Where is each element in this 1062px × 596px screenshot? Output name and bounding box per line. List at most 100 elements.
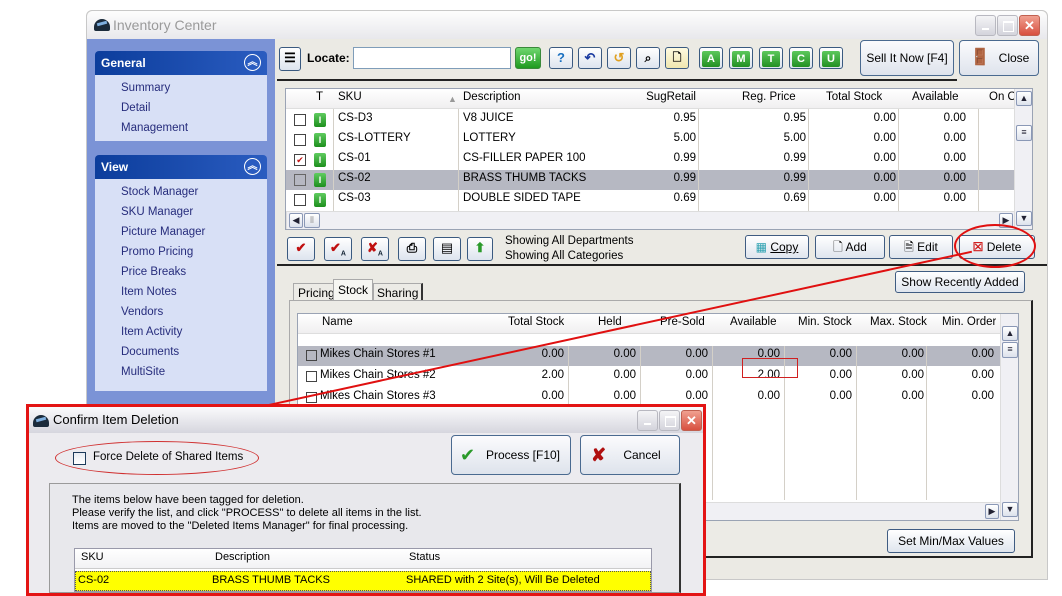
col-header-sugretail[interactable]: SugRetail <box>646 91 696 103</box>
locate-input[interactable] <box>353 47 511 69</box>
collapse-icon[interactable]: ︽ <box>244 54 261 71</box>
document-search-icon[interactable]: 🗋 <box>665 47 689 69</box>
sidebar-group-header[interactable]: View ︽ <box>95 155 267 179</box>
row-checkbox[interactable] <box>306 371 317 382</box>
letter-button-t[interactable]: T <box>759 47 783 69</box>
col-header-max-stock[interactable]: Max. Stock <box>870 316 927 328</box>
sidebar-group-header[interactable]: General ︽ <box>95 51 267 75</box>
set-min-max-button[interactable]: Set Min/Max Values <box>887 529 1015 553</box>
row-checkbox[interactable] <box>294 114 306 126</box>
sidebar-item-item-notes[interactable]: Item Notes <box>121 283 267 303</box>
check-icon[interactable]: ✔ <box>287 237 315 261</box>
scroll-up-button[interactable]: ▲ <box>1002 326 1018 341</box>
sidebar-item-price-breaks[interactable]: Price Breaks <box>121 263 267 283</box>
vertical-scrollbar[interactable]: ▲ ≡ ▼ <box>1014 89 1032 229</box>
copy-button[interactable]: ▦ Copy <box>745 235 809 259</box>
scroll-up-button[interactable]: ▲ <box>1016 91 1032 106</box>
scroll-down-button[interactable]: ▼ <box>1002 502 1018 517</box>
columns-icon[interactable]: ▤ <box>433 237 461 261</box>
cell-name: Mikes Chain Stores #3 <box>320 390 436 402</box>
letter-button-u[interactable]: U <box>819 47 843 69</box>
maximize-button[interactable] <box>659 410 680 431</box>
col-header-description[interactable]: Description <box>463 91 521 103</box>
col-header-available[interactable]: Available <box>730 316 776 328</box>
col-header-sku[interactable]: SKU <box>338 91 362 103</box>
vertical-scrollbar[interactable]: ▲ ≡ ▼ <box>1000 314 1018 520</box>
close-button[interactable]: 🚪 Close <box>959 40 1039 76</box>
row-checkbox[interactable]: ✔ <box>294 154 306 166</box>
sidebar-item-promo-pricing[interactable]: Promo Pricing <box>121 243 267 263</box>
scroll-down-button[interactable]: ▼ <box>1016 211 1032 226</box>
scroll-thumb[interactable]: ≡ <box>1016 125 1032 141</box>
scroll-right-button[interactable]: ▶ <box>985 504 999 519</box>
sidebar-item-summary[interactable]: Summary <box>121 79 267 99</box>
col-header-description[interactable]: Description <box>215 551 270 563</box>
stock-row[interactable]: Mikes Chain Stores #1 0.00 0.00 0.00 0.00 0.0… <box>298 346 1018 366</box>
sidebar-item-documents[interactable]: Documents <box>121 343 267 363</box>
add-button[interactable]: 🗋 Add <box>815 235 885 259</box>
col-header-name[interactable]: Name <box>322 316 353 328</box>
force-delete-checkbox[interactable] <box>73 452 86 465</box>
table-row[interactable]: ✔ I CS-01 CS-FILLER PAPER 100 0.99 0.99 0.00 0.… <box>286 150 1032 170</box>
cancel-button[interactable]: ✘ Cancel <box>580 435 680 475</box>
sidebar-item-picture-manager[interactable]: Picture Manager <box>121 223 267 243</box>
sell-it-now-button[interactable]: Sell It Now [F4] <box>860 40 954 76</box>
scroll-h-thumb[interactable]: ⦀ <box>304 213 320 228</box>
go-button[interactable]: go! <box>515 47 541 69</box>
close-dialog-button[interactable]: ✕ <box>681 410 702 431</box>
row-checkbox[interactable] <box>294 194 306 206</box>
uncheck-all-icon[interactable]: ✘A <box>361 237 389 261</box>
list-menu-button[interactable]: ☰ <box>279 47 301 71</box>
letter-button-m[interactable]: M <box>729 47 753 69</box>
binoculars-icon[interactable]: ⌕ <box>636 47 660 69</box>
col-header-status[interactable]: Status <box>409 551 440 563</box>
table-row[interactable]: I CS-D3 V8 JUICE 0.95 0.95 0.00 0.00 <box>286 110 1032 130</box>
tab-stock[interactable]: Stock <box>333 279 374 300</box>
sidebar-item-sku-manager[interactable]: SKU Manager <box>121 203 267 223</box>
app-icon <box>33 415 49 427</box>
sidebar-item-item-activity[interactable]: Item Activity <box>121 323 267 343</box>
deletion-list-row[interactable]: CS-02 BRASS THUMB TACKS SHARED with 2 Si… <box>75 571 651 591</box>
col-header-sku[interactable]: SKU <box>81 551 104 563</box>
letter-button-c[interactable]: C <box>789 47 813 69</box>
scroll-left-button[interactable]: ◀ <box>289 213 303 228</box>
help-button[interactable]: ? <box>549 47 573 69</box>
table-row[interactable]: I CS-02 BRASS THUMB TACKS 0.99 0.99 0.00 0.00 <box>286 170 1032 190</box>
stock-row[interactable]: Mikes Chain Stores #2 2.00 0.00 0.00 2.00 0.0… <box>298 367 1018 387</box>
minimize-button[interactable] <box>975 15 996 36</box>
sidebar-item-stock-manager[interactable]: Stock Manager <box>121 183 267 203</box>
col-header-t[interactable]: T <box>316 91 323 103</box>
sidebar-item-multisite[interactable]: MultiSite <box>121 363 267 383</box>
col-header-on-order[interactable]: On O <box>989 91 1016 103</box>
refresh-icon[interactable]: ↺ <box>607 47 631 69</box>
sidebar-item-detail[interactable]: Detail <box>121 99 267 119</box>
table-row[interactable]: I CS-03 DOUBLE SIDED TAPE 0.69 0.69 0.00 0.00 <box>286 190 1032 210</box>
col-header-total-stock[interactable]: Total Stock <box>826 91 882 103</box>
table-row[interactable]: I CS-LOTTERY LOTTERY 5.00 5.00 0.00 0.00 <box>286 130 1032 150</box>
maximize-button[interactable] <box>997 15 1018 36</box>
horizontal-scrollbar[interactable]: ◀ ⦀ ▶ <box>286 211 1014 229</box>
close-window-button[interactable]: ✕ <box>1019 15 1040 36</box>
process-button[interactable]: ✔ Process [F10] <box>451 435 571 475</box>
letter-button-a[interactable]: A <box>699 47 723 69</box>
sidebar-item-vendors[interactable]: Vendors <box>121 303 267 323</box>
row-checkbox[interactable] <box>306 350 317 361</box>
scroll-thumb[interactable]: ≡ <box>1002 342 1018 358</box>
row-checkbox[interactable] <box>294 134 306 146</box>
show-recently-added-button[interactable]: Show Recently Added <box>895 271 1025 293</box>
minimize-button[interactable] <box>637 410 658 431</box>
check-all-icon[interactable]: ✔A <box>324 237 352 261</box>
edit-button[interactable]: 🗎 Edit <box>889 235 953 259</box>
print-icon[interactable]: ⎙ <box>398 237 426 261</box>
col-header-reg-price[interactable]: Reg. Price <box>742 91 796 103</box>
col-header-min-stock[interactable]: Min. Stock <box>798 316 852 328</box>
export-up-icon[interactable]: ⬆ <box>467 237 493 261</box>
collapse-icon[interactable]: ︽ <box>244 158 261 175</box>
row-checkbox[interactable] <box>294 174 306 186</box>
sidebar-item-management[interactable]: Management <box>121 119 267 139</box>
col-header-min-order[interactable]: Min. Order <box>942 316 996 328</box>
col-header-held[interactable]: Held <box>598 316 622 328</box>
col-header-total-stock[interactable]: Total Stock <box>508 316 564 328</box>
col-header-available[interactable]: Available <box>912 91 958 103</box>
undo-icon[interactable]: ↶ <box>578 47 602 69</box>
